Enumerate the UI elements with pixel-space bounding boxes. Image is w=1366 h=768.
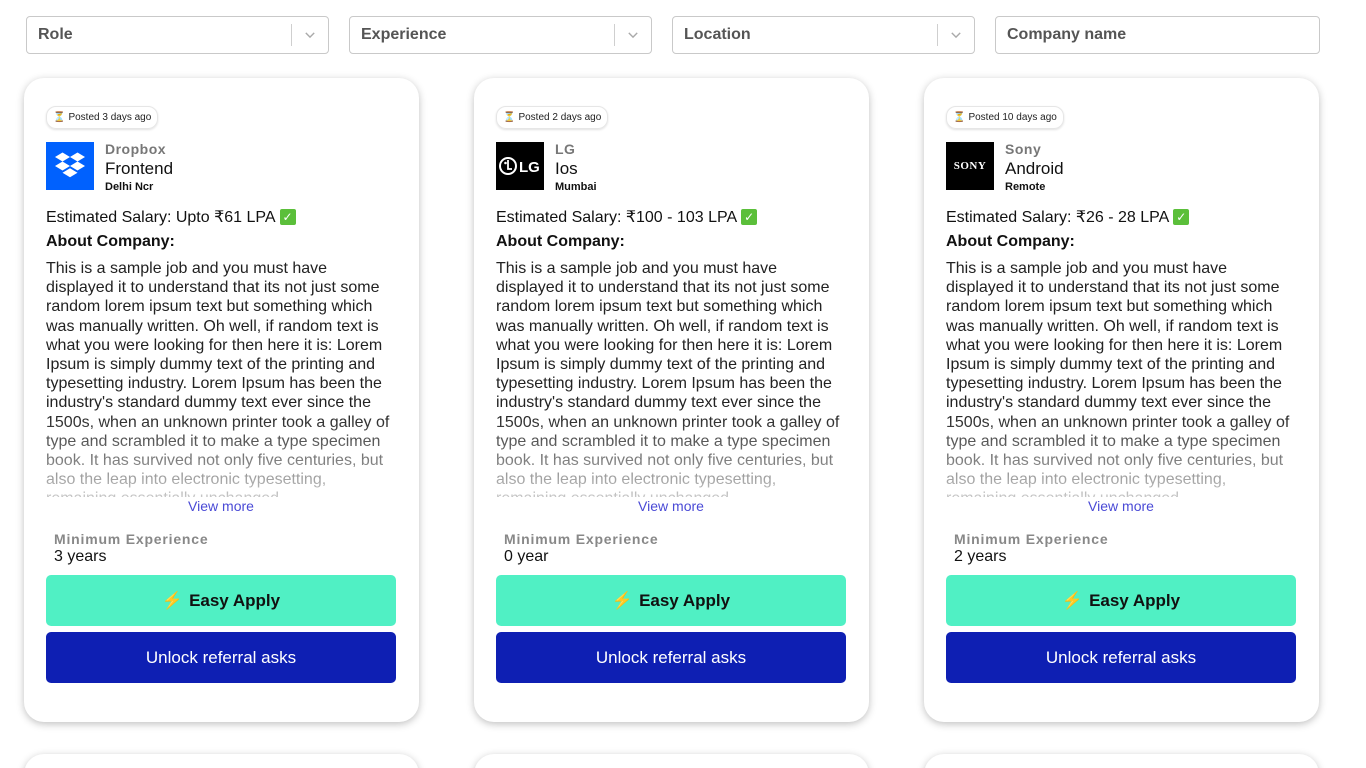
hourglass-icon: ⏳ [503, 112, 516, 123]
check-icon: ✓ [1173, 209, 1190, 225]
view-more-link[interactable]: View more [46, 498, 396, 516]
lg-logo-text: LG [519, 159, 540, 176]
salary-row: Estimated Salary: Upto ₹61 LPA ✓ [46, 207, 396, 227]
min-experience-label: Minimum Experience [504, 531, 659, 547]
salary-text: Estimated Salary: ₹100 - 103 LPA [496, 209, 738, 226]
experience-select-placeholder: Experience [361, 26, 447, 43]
dropbox-logo [46, 142, 94, 190]
salary-row: Estimated Salary: ₹26 - 28 LPA ✓ [946, 207, 1296, 227]
posted-text: Posted 10 days ago [968, 112, 1057, 123]
chevron-down-icon[interactable] [615, 28, 651, 42]
lightning-icon: ⚡ [611, 590, 634, 610]
easy-apply-label: Easy Apply [189, 590, 281, 610]
salary-row: Estimated Salary: ₹100 - 103 LPA ✓ [496, 207, 846, 227]
hourglass-icon: ⏳ [53, 112, 66, 123]
check-icon: ✓ [279, 209, 296, 225]
job-card-partial [474, 754, 869, 768]
company-name: Sony [1005, 141, 1042, 157]
company-name-field[interactable] [995, 16, 1320, 54]
posted-badge: ⏳ Posted 10 days ago [946, 106, 1064, 129]
posted-badge: ⏳ Posted 2 days ago [496, 106, 609, 129]
company-name: LG [555, 141, 576, 157]
experience-block: Minimum Experience 0 year [496, 531, 846, 566]
role-select-placeholder: Role [38, 26, 73, 43]
about-text: This is a sample job and you must have d… [946, 260, 1290, 497]
job-location: Delhi Ncr [105, 181, 154, 193]
min-experience-label: Minimum Experience [954, 531, 1109, 547]
job-location: Remote [1005, 181, 1046, 193]
easy-apply-button[interactable]: ⚡ Easy Apply [46, 575, 396, 626]
location-select[interactable]: Location [672, 16, 975, 54]
easy-apply-button[interactable]: ⚡ Easy Apply [946, 575, 1296, 626]
hourglass-icon: ⏳ [953, 112, 966, 123]
company-name: Dropbox [105, 141, 167, 157]
min-experience-value: 0 year [504, 548, 549, 565]
company-row: Dropbox Frontend Delhi Ncr [46, 141, 396, 197]
sony-logo: SONY [946, 142, 994, 190]
job-card-partial [24, 754, 419, 768]
easy-apply-button[interactable]: ⚡ Easy Apply [496, 575, 846, 626]
company-row: LG LG Ios Mumbai [496, 141, 846, 197]
sony-logo-text: SONY [953, 160, 987, 172]
about-text: This is a sample job and you must have d… [46, 260, 390, 497]
job-role: Android [1005, 159, 1064, 178]
min-experience-label: Minimum Experience [54, 531, 209, 547]
posted-text: Posted 2 days ago [518, 112, 602, 123]
about-heading: About Company: [46, 233, 175, 250]
chevron-down-icon[interactable] [938, 28, 974, 42]
lightning-icon: ⚡ [161, 590, 184, 610]
job-card-partial [924, 754, 1319, 768]
job-card: ⏳ Posted 2 days ago LG LG Ios Mumbai Est… [474, 78, 869, 722]
location-select-placeholder: Location [684, 26, 751, 43]
filter-bar: Role Experience Location [26, 16, 1320, 54]
view-more-link[interactable]: View more [496, 498, 846, 516]
min-experience-value: 3 years [54, 548, 107, 565]
view-more-link[interactable]: View more [946, 498, 1296, 516]
about-heading: About Company: [496, 233, 625, 250]
unlock-referral-button[interactable]: Unlock referral asks [946, 632, 1296, 683]
unlock-referral-button[interactable]: Unlock referral asks [496, 632, 846, 683]
job-location: Mumbai [555, 181, 597, 193]
salary-text: Estimated Salary: ₹26 - 28 LPA [946, 209, 1170, 226]
about-text: This is a sample job and you must have d… [496, 260, 840, 497]
easy-apply-label: Easy Apply [639, 590, 731, 610]
experience-block: Minimum Experience 3 years [46, 531, 396, 566]
check-icon: ✓ [741, 209, 758, 225]
easy-apply-label: Easy Apply [1089, 590, 1181, 610]
lightning-icon: ⚡ [1061, 590, 1084, 610]
job-card: ⏳ Posted 10 days ago SONY Sony Android R… [924, 78, 1319, 722]
about-heading: About Company: [946, 233, 1075, 250]
company-name-input[interactable] [996, 17, 1319, 53]
min-experience-value: 2 years [954, 548, 1007, 565]
posted-badge: ⏳ Posted 3 days ago [46, 106, 159, 129]
job-role: Ios [555, 159, 578, 178]
lg-logo: LG [496, 142, 544, 190]
salary-text: Estimated Salary: Upto ₹61 LPA [46, 209, 276, 226]
experience-select[interactable]: Experience [349, 16, 652, 54]
chevron-down-icon[interactable] [292, 28, 328, 42]
experience-block: Minimum Experience 2 years [946, 531, 1296, 566]
company-row: SONY Sony Android Remote [946, 141, 1296, 197]
role-select[interactable]: Role [26, 16, 329, 54]
unlock-referral-button[interactable]: Unlock referral asks [46, 632, 396, 683]
posted-text: Posted 3 days ago [68, 112, 152, 123]
job-role: Frontend [105, 159, 174, 178]
job-card: ⏳ Posted 3 days ago Dropbox Frontend Del… [24, 78, 419, 722]
